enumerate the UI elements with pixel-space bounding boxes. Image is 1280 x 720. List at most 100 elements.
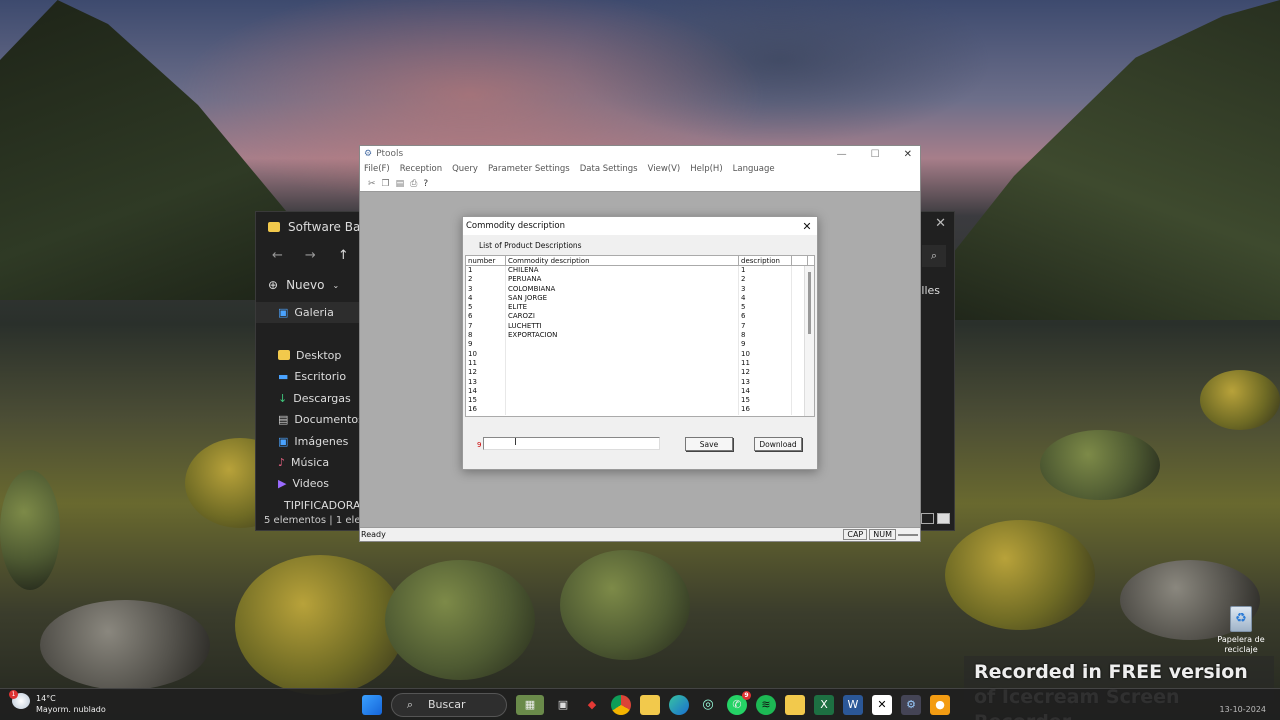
row-number: 11: [466, 358, 506, 369]
paste-icon[interactable]: ▤: [396, 179, 405, 189]
sidebar-item-label: Escritorio: [294, 370, 347, 384]
download-button[interactable]: Download: [754, 437, 802, 451]
app-red-diamond-icon[interactable]: ◆: [582, 695, 602, 715]
sidebar-item-videos[interactable]: ▶ Videos: [256, 473, 359, 494]
table-row[interactable]: 14 14: [466, 386, 814, 397]
chrome-icon[interactable]: [611, 695, 631, 715]
new-button[interactable]: Nuevo: [286, 278, 324, 292]
table-row[interactable]: 99: [466, 340, 814, 350]
dialog-title-bar[interactable]: Commodity description ✕: [463, 217, 817, 235]
sidebar-item-descargas[interactable]: ↓ Descargas: [256, 388, 359, 409]
table-row[interactable]: 1 CHILENA 1: [466, 266, 814, 276]
row-commodity: CAROZI: [506, 312, 739, 322]
column-header-commodity[interactable]: Commodity description: [506, 256, 739, 265]
menu-data-settings[interactable]: Data Settings: [580, 164, 638, 174]
close-icon[interactable]: ✕: [797, 220, 817, 233]
new-plus-icon: ⊕: [268, 278, 279, 292]
table-row[interactable]: 13 13: [466, 377, 814, 387]
details-view-icon[interactable]: [921, 513, 934, 524]
sidebar-item-documentos[interactable]: ▤ Documentos: [256, 409, 364, 430]
excel-icon[interactable]: X: [814, 695, 834, 715]
column-header-description[interactable]: description: [739, 256, 792, 265]
search-icon[interactable]: ⌕: [922, 245, 946, 267]
files-yellow-icon[interactable]: [640, 695, 660, 715]
help-icon[interactable]: ?: [423, 179, 428, 189]
menu-parameter-settings[interactable]: Parameter Settings: [488, 164, 570, 174]
system-tray[interactable]: 13-10-2024: [1220, 695, 1267, 715]
edge-icon[interactable]: [669, 695, 689, 715]
temperature: 14°C: [36, 694, 56, 703]
capcut-icon[interactable]: ✕: [872, 695, 892, 715]
chevron-down-icon[interactable]: ⌄: [332, 281, 339, 290]
table-row[interactable]: 3 COLOMBIANA 3: [466, 284, 814, 294]
row-commodity: [506, 358, 739, 369]
edit-row-number: 9: [477, 441, 482, 449]
menu-view[interactable]: View(V): [648, 164, 681, 174]
web-app-icon[interactable]: ◎: [698, 695, 718, 715]
table-row[interactable]: 2 PERUANA 2: [466, 275, 814, 285]
sidebar-item-escritorio[interactable]: ▬ Escritorio: [256, 366, 359, 387]
row-description: 15: [739, 396, 792, 406]
table-row[interactable]: 11 11: [466, 358, 814, 369]
forward-arrow-icon[interactable]: →: [305, 248, 316, 263]
windows-start-icon[interactable]: [362, 695, 382, 715]
menu-language[interactable]: Language: [733, 164, 775, 174]
whatsapp-icon[interactable]: ✆ 9: [727, 691, 751, 715]
row-description: 3: [739, 284, 792, 294]
table-row[interactable]: 16 16: [466, 405, 814, 415]
file-explorer-icon[interactable]: [785, 695, 805, 715]
word-icon[interactable]: W: [843, 695, 863, 715]
sidebar-item-imagenes[interactable]: ▣ Imágenes: [256, 430, 359, 451]
tiles-view-icon[interactable]: [937, 513, 950, 524]
maximize-icon[interactable]: ☐: [871, 149, 880, 160]
row-description: 6: [739, 312, 792, 322]
recycle-bin[interactable]: ♻ Papelera de reciclaje: [1216, 606, 1266, 655]
row-number: 15: [466, 396, 506, 406]
back-arrow-icon[interactable]: ←: [272, 248, 283, 263]
spotify-icon[interactable]: ≋: [756, 695, 776, 715]
widgets-icon[interactable]: ▦: [516, 695, 544, 715]
minimize-icon[interactable]: —: [837, 149, 847, 160]
recycle-bin-label: Papelera de reciclaje: [1217, 635, 1265, 654]
taskbar-search[interactable]: ⌕ Buscar: [391, 693, 507, 717]
up-arrow-icon[interactable]: ↑: [338, 248, 349, 263]
copy-icon[interactable]: ❐: [382, 179, 390, 189]
vertical-scrollbar[interactable]: [804, 266, 814, 416]
table-row[interactable]: 10 10: [466, 349, 814, 359]
table-row[interactable]: 12 12: [466, 368, 814, 378]
table-row[interactable]: 8 EXPORTACION 8: [466, 331, 814, 341]
table-row[interactable]: 15 15: [466, 396, 814, 406]
save-button[interactable]: Save: [685, 437, 733, 451]
text-cursor-icon: I: [514, 437, 517, 448]
row-description: 12: [739, 368, 792, 378]
column-header-number[interactable]: number: [466, 256, 506, 265]
product-table[interactable]: number Commodity description description…: [465, 255, 815, 417]
recorder-icon[interactable]: ●: [930, 695, 950, 715]
sidebar-item-galeria[interactable]: ▣ Galeria: [256, 302, 359, 324]
close-icon[interactable]: ✕: [935, 216, 946, 231]
menu-help[interactable]: Help(H): [690, 164, 722, 174]
table-row[interactable]: 4 SAN JORGE 4: [466, 293, 814, 304]
sidebar-item-musica[interactable]: ♪ Música: [256, 452, 359, 473]
ptools-title-bar[interactable]: ⚙ Ptools — ☐ ✕: [360, 146, 920, 162]
menu-query[interactable]: Query: [452, 164, 478, 174]
row-description: 4: [739, 293, 792, 304]
sidebar-item-tipificadoras[interactable]: TIPIFICADORAS: [256, 495, 367, 516]
task-view-icon[interactable]: ▣: [553, 695, 573, 715]
menu-file[interactable]: File(F): [364, 164, 390, 174]
table-row[interactable]: 7 LUCHETTI 7: [466, 321, 814, 332]
row-number: 5: [466, 303, 506, 313]
description-input[interactable]: I: [483, 437, 660, 450]
print-icon[interactable]: ⎙: [410, 179, 417, 189]
table-row[interactable]: 6 CAROZI 6: [466, 312, 814, 322]
caps-indicator: CAP: [843, 529, 868, 540]
weather-widget[interactable]: 1 14°C Mayorm. nublado: [9, 690, 106, 715]
table-row[interactable]: 5 ELITE 5: [466, 303, 814, 313]
sidebar-item-desktop[interactable]: Desktop: [256, 345, 359, 366]
commodity-dialog[interactable]: Commodity description ✕ List of Product …: [462, 216, 818, 470]
close-icon[interactable]: ✕: [904, 149, 912, 160]
menu-reception[interactable]: Reception: [400, 164, 442, 174]
scrollbar-thumb[interactable]: [808, 272, 811, 334]
ptools-taskbar-icon[interactable]: ⚙: [901, 695, 921, 715]
cut-icon[interactable]: ✂: [368, 179, 376, 189]
